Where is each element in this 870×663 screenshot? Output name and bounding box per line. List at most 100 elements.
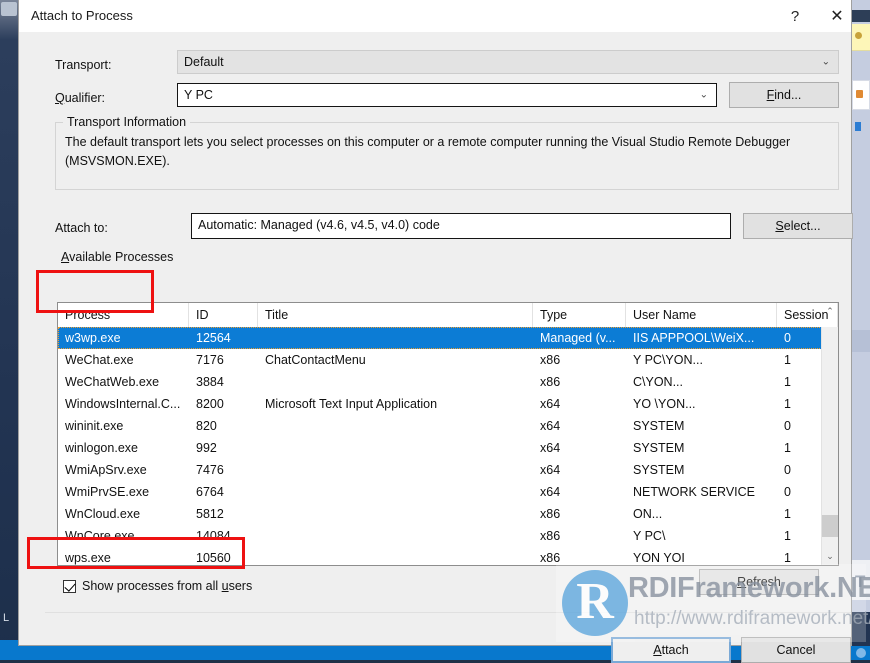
table-row[interactable]: WmiApSrv.exe7476x64SYSTEM0 bbox=[58, 459, 822, 481]
cell-id: 7476 bbox=[189, 459, 258, 481]
cell-process: WeChat.exe bbox=[58, 349, 189, 371]
table-row[interactable]: WmiPrvSE.exe6764x64NETWORK SERVICE0 bbox=[58, 481, 822, 503]
cell-id: 8200 bbox=[189, 393, 258, 415]
cell-process: w3wp.exe bbox=[58, 327, 189, 349]
cell-id: 7176 bbox=[189, 349, 258, 371]
desktop-background: L T Attach to Process ? ✕ Transport: Def… bbox=[0, 0, 870, 660]
cell-title bbox=[258, 547, 533, 566]
cell-user: SYSTEM bbox=[626, 459, 777, 481]
cell-title bbox=[258, 371, 533, 393]
help-icon[interactable]: ? bbox=[777, 4, 813, 30]
table-row[interactable]: WeChatWeb.exe3884x86 C\YON...1 bbox=[58, 371, 822, 393]
scrollbar-thumb[interactable] bbox=[822, 515, 838, 537]
cell-type: x86 bbox=[533, 371, 626, 393]
column-header-id[interactable]: ID bbox=[189, 303, 258, 327]
attach-to-value: Automatic: Managed (v4.6, v4.5, v4.0) co… bbox=[198, 218, 440, 232]
column-header-title[interactable]: Title bbox=[258, 303, 533, 327]
cell-id: 12564 bbox=[189, 327, 258, 349]
cell-id: 10560 bbox=[189, 547, 258, 566]
attach-to-textbox: Automatic: Managed (v4.6, v4.5, v4.0) co… bbox=[191, 213, 731, 239]
column-header-type[interactable]: Type bbox=[533, 303, 626, 327]
qualifier-label: Qualifier: bbox=[55, 91, 105, 105]
cancel-button[interactable]: Cancel bbox=[741, 637, 851, 663]
cell-process: WindowsInternal.C... bbox=[58, 393, 189, 415]
table-row[interactable]: winlogon.exe992x64SYSTEM1 bbox=[58, 437, 822, 459]
cell-id: 6764 bbox=[189, 481, 258, 503]
cell-title bbox=[258, 481, 533, 503]
cell-process: WnCloud.exe bbox=[58, 503, 189, 525]
transport-label: Transport: bbox=[55, 58, 112, 72]
taskbar-app-icon[interactable] bbox=[856, 648, 866, 658]
wrench-icon bbox=[856, 90, 863, 98]
cell-title: Microsoft Text Input Application bbox=[258, 393, 533, 415]
show-all-users-row[interactable]: Show processes from all users bbox=[63, 579, 252, 593]
cell-id: 5812 bbox=[189, 503, 258, 525]
cell-user: YON YOI bbox=[626, 547, 777, 566]
background-left-label: L bbox=[3, 612, 9, 624]
listview-rows: w3wp.exe12564Managed (v...IIS APPPOOL\We… bbox=[58, 327, 822, 566]
dialog-titlebar: Attach to Process ? ✕ bbox=[19, 0, 851, 33]
cell-title bbox=[258, 459, 533, 481]
cell-type: x64 bbox=[533, 437, 626, 459]
cell-id: 14084 bbox=[189, 525, 258, 547]
transport-information-text: The default transport lets you select pr… bbox=[65, 133, 825, 171]
cell-user: NETWORK SERVICE bbox=[626, 481, 777, 503]
cell-title bbox=[258, 415, 533, 437]
cell-id: 3884 bbox=[189, 371, 258, 393]
table-row[interactable]: wininit.exe820x64SYSTEM0 bbox=[58, 415, 822, 437]
column-header-process[interactable]: Process bbox=[58, 303, 189, 327]
cell-user: C\YON... bbox=[626, 371, 777, 393]
taskbar bbox=[0, 646, 870, 660]
cell-user: Y PC\YON... bbox=[626, 349, 777, 371]
show-all-users-label: Show processes from all users bbox=[82, 579, 252, 593]
cell-title bbox=[258, 525, 533, 547]
transport-combobox[interactable]: Default ⌄ bbox=[177, 50, 839, 74]
table-row[interactable]: WeChat.exe7176ChatContactMenux86Y PC\YON… bbox=[58, 349, 822, 371]
cell-user: YO \YON... bbox=[626, 393, 777, 415]
background-right-dark-strip bbox=[852, 612, 870, 646]
cell-user: Y PC\ bbox=[626, 525, 777, 547]
cell-process: wps.exe bbox=[58, 547, 189, 566]
cell-type: x64 bbox=[533, 481, 626, 503]
cell-user: ON... bbox=[626, 503, 777, 525]
footer-divider bbox=[45, 612, 851, 613]
attach-to-process-dialog: Attach to Process ? ✕ Transport: Default… bbox=[18, 0, 852, 646]
select-button[interactable]: Select... bbox=[743, 213, 853, 239]
dialog-title: Attach to Process bbox=[31, 8, 133, 23]
cell-title: ChatContactMenu bbox=[258, 349, 533, 371]
scroll-down-icon[interactable]: ⌄ bbox=[822, 548, 838, 565]
cell-process: winlogon.exe bbox=[58, 437, 189, 459]
transport-information-title: Transport Information bbox=[63, 115, 190, 129]
refresh-button[interactable]: Refresh bbox=[699, 569, 819, 595]
cell-title bbox=[258, 437, 533, 459]
table-row[interactable]: WnCloud.exe5812x86 ON...1 bbox=[58, 503, 822, 525]
listview-vertical-scrollbar[interactable]: ⌃ ⌄ bbox=[821, 327, 838, 565]
cell-type: x64 bbox=[533, 415, 626, 437]
attach-button[interactable]: Attach bbox=[611, 637, 731, 663]
table-row[interactable]: WnCore.exe14084x86Y PC\1 bbox=[58, 525, 822, 547]
column-header-user[interactable]: User Name bbox=[626, 303, 777, 327]
cell-process: WmiPrvSE.exe bbox=[58, 481, 189, 503]
close-icon[interactable]: ✕ bbox=[819, 4, 855, 30]
table-row[interactable]: WindowsInternal.C...8200Microsoft Text I… bbox=[58, 393, 822, 415]
cell-type: x86 bbox=[533, 525, 626, 547]
dialog-body: Transport: Default ⌄ Qualifier: Y PC ⌄ F… bbox=[19, 32, 851, 612]
cell-type: Managed (v... bbox=[533, 327, 626, 349]
show-all-users-checkbox[interactable] bbox=[63, 580, 76, 593]
chevron-down-icon: ⌄ bbox=[700, 90, 708, 101]
table-row[interactable]: w3wp.exe12564Managed (v...IIS APPPOOL\We… bbox=[58, 327, 822, 349]
cell-id: 992 bbox=[189, 437, 258, 459]
cell-process: WeChatWeb.exe bbox=[58, 371, 189, 393]
cell-type: x64 bbox=[533, 393, 626, 415]
cell-type: x64 bbox=[533, 459, 626, 481]
chevron-down-icon: ⌄ bbox=[822, 57, 830, 68]
cell-process: wininit.exe bbox=[58, 415, 189, 437]
find-button[interactable]: Find... bbox=[729, 82, 839, 108]
listview-header-row: ProcessIDTitleTypeUser NameSession bbox=[58, 303, 838, 328]
scroll-up-icon[interactable]: ⌃ bbox=[822, 303, 838, 320]
available-processes-listview[interactable]: ProcessIDTitleTypeUser NameSession w3wp.… bbox=[57, 302, 839, 566]
qualifier-combobox[interactable]: Y PC ⌄ bbox=[177, 83, 717, 107]
table-row[interactable]: wps.exe10560x86YON YOI1 bbox=[58, 547, 822, 566]
background-app-icon bbox=[1, 2, 17, 16]
qualifier-value: Y PC bbox=[184, 88, 213, 102]
